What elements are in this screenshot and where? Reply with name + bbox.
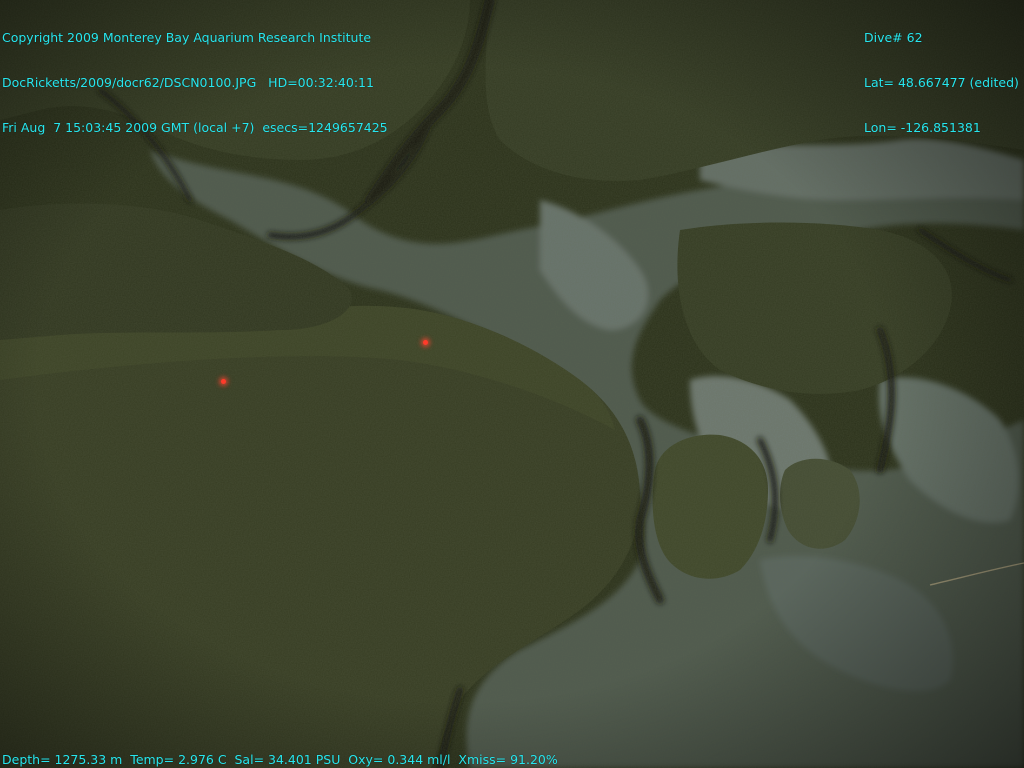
seafloor-photo: Copyright 2009 Monterey Bay Aquarium Res…	[0, 0, 1024, 768]
overlay-top-right: Dive# 62 Lat= 48.667477 (edited) Lon= -1…	[864, 0, 1019, 165]
latitude: Lat= 48.667477 (edited)	[864, 75, 1019, 90]
laser-dot-left	[221, 379, 226, 384]
overlay-top-left: Copyright 2009 Monterey Bay Aquarium Res…	[2, 0, 388, 165]
laser-dot-right	[423, 340, 428, 345]
file-line: DocRicketts/2009/docr62/DSCN0100.JPG HD=…	[2, 75, 374, 90]
time-line: Fri Aug 7 15:03:45 2009 GMT (local +7) e…	[2, 120, 388, 135]
longitude: Lon= -126.851381	[864, 120, 981, 135]
dive-number: Dive# 62	[864, 30, 923, 45]
copyright-line: Copyright 2009 Monterey Bay Aquarium Res…	[2, 30, 372, 45]
overlay-sensor-readings: Depth= 1275.33 m Temp= 2.976 C Sal= 34.4…	[2, 752, 558, 767]
